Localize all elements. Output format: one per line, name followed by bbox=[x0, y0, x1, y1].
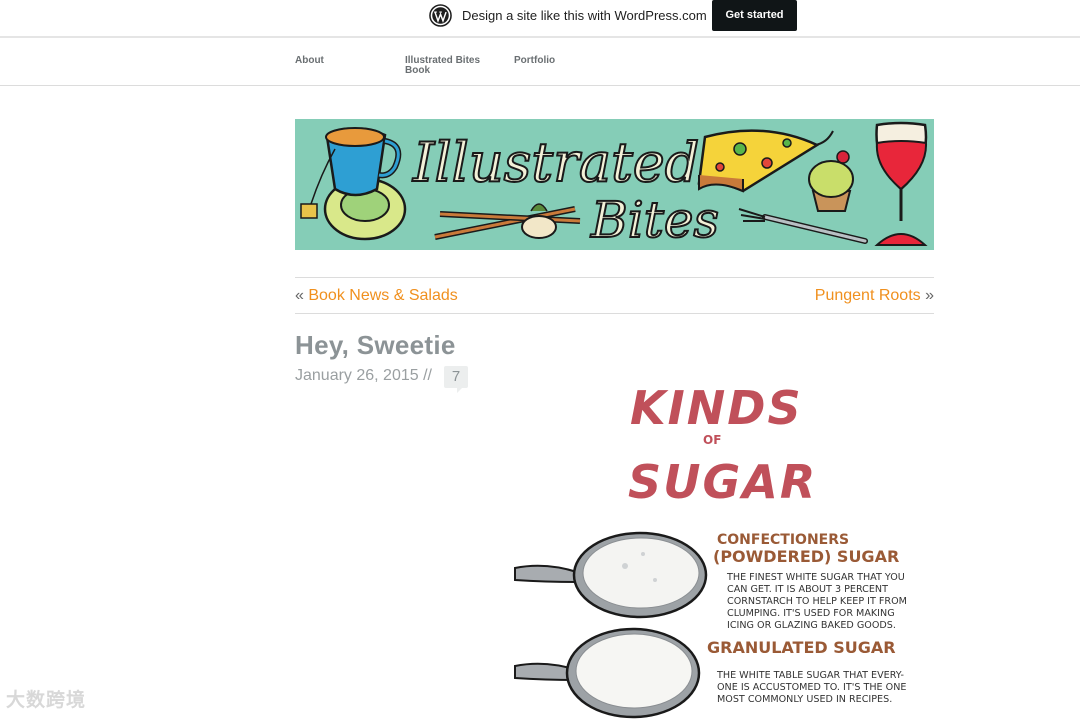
banner-title-line2: Bites bbox=[590, 191, 719, 249]
item1-desc-line: CLUMPING. IT'S USED FOR MAKING bbox=[727, 608, 895, 619]
next-post-link[interactable]: Pungent Roots bbox=[815, 287, 921, 304]
item1-desc-line: CORNSTARCH TO HELP KEEP IT FROM bbox=[727, 596, 907, 607]
fork-icon bbox=[738, 208, 868, 244]
item2-name-line1: GRANULATED SUGAR bbox=[707, 638, 896, 657]
wordpress-logo-icon[interactable] bbox=[429, 4, 452, 27]
previous-arrow: « bbox=[295, 287, 304, 304]
infographic-illustration: KINDS OF SUGAR CONFECTIONERS (POWDERED) … bbox=[514, 381, 907, 719]
wordpress-promo-bar: Design a site like this with WordPress.c… bbox=[0, 0, 1080, 38]
item1-desc-line: THE FINEST WHITE SUGAR THAT YOU bbox=[726, 572, 905, 583]
powdered-sugar-spoon-icon bbox=[514, 531, 708, 619]
nav-item-illustrated-bites-book[interactable]: Illustrated Bites Book bbox=[405, 56, 495, 76]
infographic-heading-kinds: KINDS bbox=[630, 381, 803, 435]
infographic-heading-sugar: SUGAR bbox=[628, 455, 817, 509]
banner-illustration: Illustrated Bites bbox=[300, 121, 928, 250]
site-navigation: About Illustrated Bites Book Portfolio bbox=[0, 40, 1080, 86]
wine-glass-icon bbox=[874, 121, 928, 246]
watermark: 大数跨境 bbox=[6, 690, 87, 711]
site-header-banner[interactable]: Illustrated Bites bbox=[295, 119, 934, 250]
item1-name-line1: CONFECTIONERS bbox=[717, 532, 849, 548]
chopsticks-sushi-icon bbox=[434, 203, 581, 240]
previous-post-link[interactable]: Book News & Salads bbox=[308, 287, 457, 304]
item2-desc-line: THE WHITE TABLE SUGAR THAT EVERY- bbox=[716, 670, 904, 681]
cupcake-icon bbox=[808, 150, 854, 212]
item1-desc-line: ICING OR GLAZING BAKED GOODS. bbox=[727, 620, 896, 631]
granulated-sugar-spoon-icon bbox=[514, 627, 701, 719]
nav-item-about[interactable]: About bbox=[295, 56, 324, 66]
item2-desc-line: MOST COMMONLY USED IN RECIPES. bbox=[717, 694, 892, 705]
post-title[interactable]: Hey, Sweetie bbox=[295, 330, 456, 361]
nav-item-portfolio[interactable]: Portfolio bbox=[514, 56, 555, 66]
post-navigation: « Book News & Salads Pungent Roots » bbox=[295, 277, 934, 314]
item1-name-line2: (POWDERED) SUGAR bbox=[713, 547, 899, 566]
promo-text[interactable]: Design a site like this with WordPress.c… bbox=[462, 8, 707, 23]
next-post[interactable]: Pungent Roots » bbox=[815, 287, 934, 305]
infographic-heading-of: OF bbox=[703, 433, 721, 447]
kinds-of-sugar-infographic[interactable]: KINDS OF SUGAR CONFECTIONERS (POWDERED) … bbox=[505, 368, 925, 719]
comment-count-badge[interactable]: 7 bbox=[444, 366, 468, 393]
previous-post[interactable]: « Book News & Salads bbox=[295, 287, 458, 305]
next-arrow: » bbox=[925, 287, 934, 304]
banner-title-line1: Illustrated bbox=[412, 131, 699, 194]
teacup-icon bbox=[300, 127, 407, 241]
item2-desc-line: ONE IS ACCUSTOMED TO. IT'S THE ONE bbox=[717, 682, 906, 693]
post-date[interactable]: January 26, 2015 // bbox=[295, 367, 432, 385]
item1-desc-line: CAN GET. IT IS ABOUT 3 PERCENT bbox=[727, 584, 888, 595]
get-started-button[interactable]: Get started bbox=[712, 0, 797, 31]
